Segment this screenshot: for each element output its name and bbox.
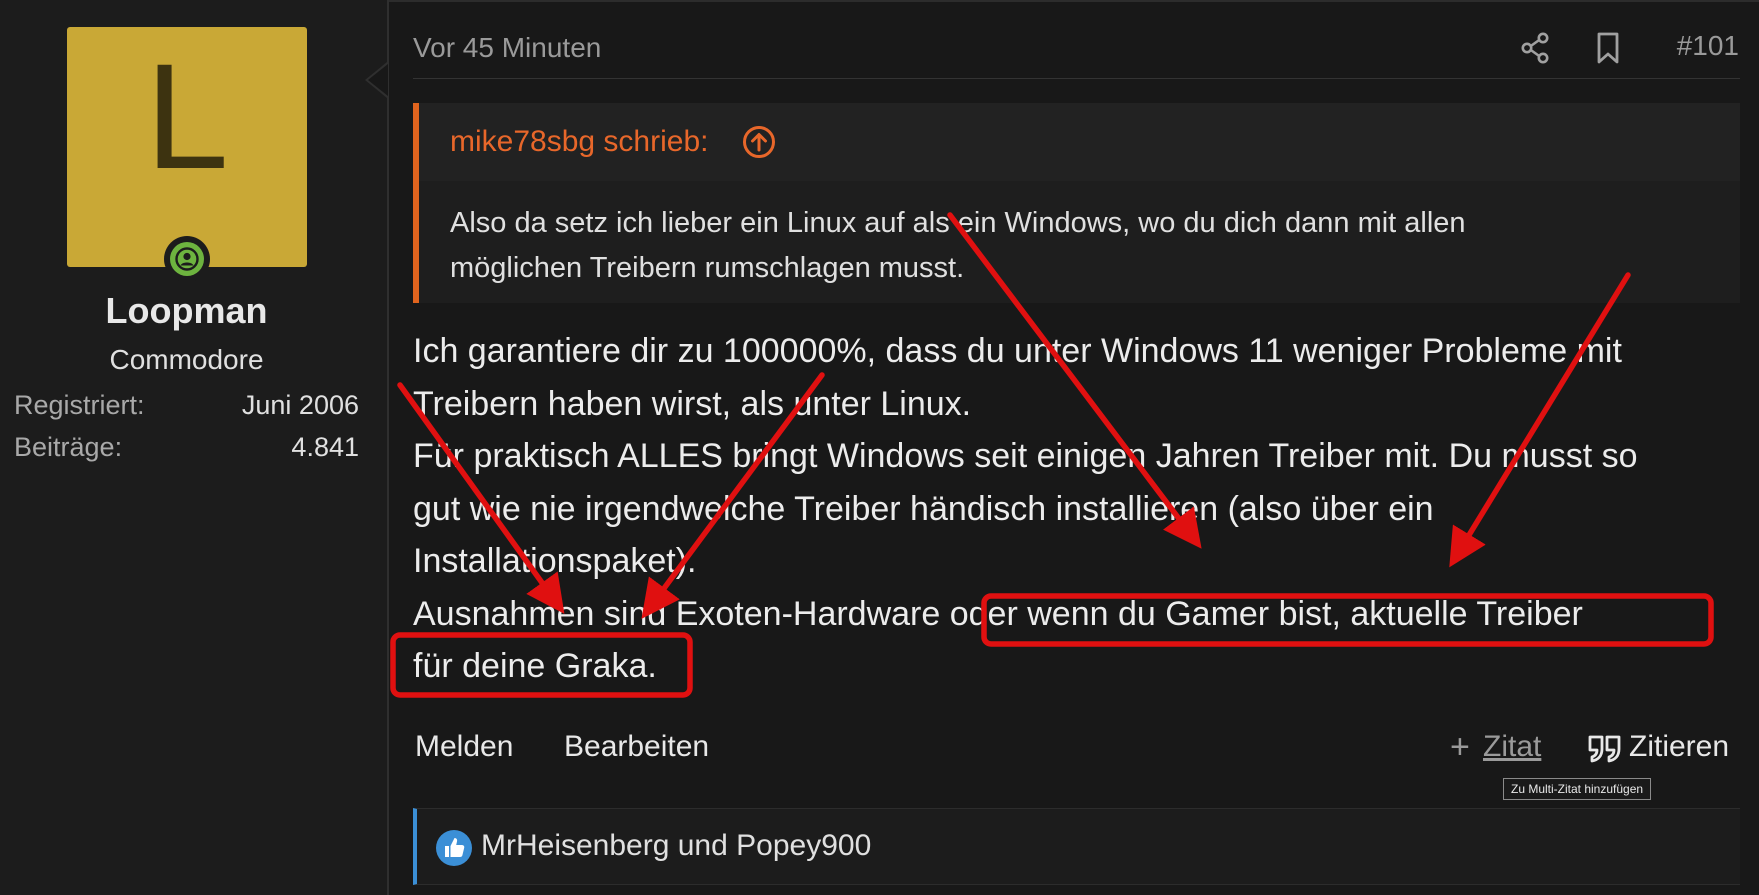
quote-icon[interactable] xyxy=(1587,734,1623,769)
edit-link[interactable]: Bearbeiten xyxy=(564,730,709,764)
quote-header: mike78sbg schrieb: xyxy=(419,103,1740,181)
stat-value-posts: 4.841 xyxy=(291,432,359,462)
quote-block: mike78sbg schrieb: Also da setz ich lieb… xyxy=(413,103,1740,303)
bookmark-icon[interactable] xyxy=(1590,30,1626,66)
body-line: Ich garantiere dir zu 100000%, dass du u… xyxy=(413,332,1622,370)
thumbs-up-icon xyxy=(435,829,473,872)
avatar[interactable]: L xyxy=(67,27,307,267)
stat-label-posts: Beiträge: xyxy=(14,432,123,462)
arrow-up-circle-icon[interactable] xyxy=(742,125,776,164)
user-icon xyxy=(170,242,204,276)
post-body: Ich garantiere dir zu 100000%, dass du u… xyxy=(413,325,1743,693)
stat-label-registered: Registriert: xyxy=(14,390,145,420)
avatar-letter: L xyxy=(145,32,229,200)
quote-button[interactable]: Zitieren xyxy=(1629,730,1729,764)
username[interactable]: Loopman xyxy=(0,290,373,332)
plus-icon[interactable]: + xyxy=(1450,728,1470,767)
stat-value-registered: Juni 2006 xyxy=(241,390,359,420)
body-line: Ausnahmen sind Exoten-Hardware oder wenn… xyxy=(413,594,1583,633)
quote-text: Also da setz ich lieber ein Linux auf al… xyxy=(450,201,1710,291)
reaction-users[interactable]: MrHeisenberg und Popey900 xyxy=(481,829,871,863)
body-line: Treibern haben wirst, als unter Linux. xyxy=(413,384,972,423)
quote-line: Also da setz ich lieber ein Linux auf al… xyxy=(450,207,1466,239)
multiquote-tooltip: Zu Multi-Zitat hinzufügen xyxy=(1503,778,1652,800)
post-pointer-inner xyxy=(368,64,388,96)
quote-author[interactable]: mike78sbg schrieb: xyxy=(450,125,708,159)
online-status xyxy=(164,236,210,282)
multiquote-link[interactable]: Zitat xyxy=(1483,730,1541,764)
report-link[interactable]: Melden xyxy=(415,730,513,764)
body-line: gut wie nie irgendwelche Treiber händisc… xyxy=(413,489,1434,528)
user-title: Commodore xyxy=(109,344,264,375)
header-divider xyxy=(413,78,1740,79)
post-time[interactable]: Vor 45 Minuten xyxy=(413,32,601,64)
user-panel: L Loopman Commodore Registriert: Juni 20… xyxy=(0,0,389,895)
body-line: Für praktisch ALLES bringt Windows seit … xyxy=(413,437,1638,475)
reactions-bar: MrHeisenberg und Popey900 xyxy=(413,808,1740,885)
post-number[interactable]: #101 xyxy=(1677,30,1739,62)
share-icon[interactable] xyxy=(1518,30,1554,66)
quote-line: möglichen Treibern rumschlagen musst. xyxy=(450,252,965,284)
body-line: für deine Graka. xyxy=(413,647,657,685)
body-line: Installationspaket). xyxy=(413,542,697,580)
